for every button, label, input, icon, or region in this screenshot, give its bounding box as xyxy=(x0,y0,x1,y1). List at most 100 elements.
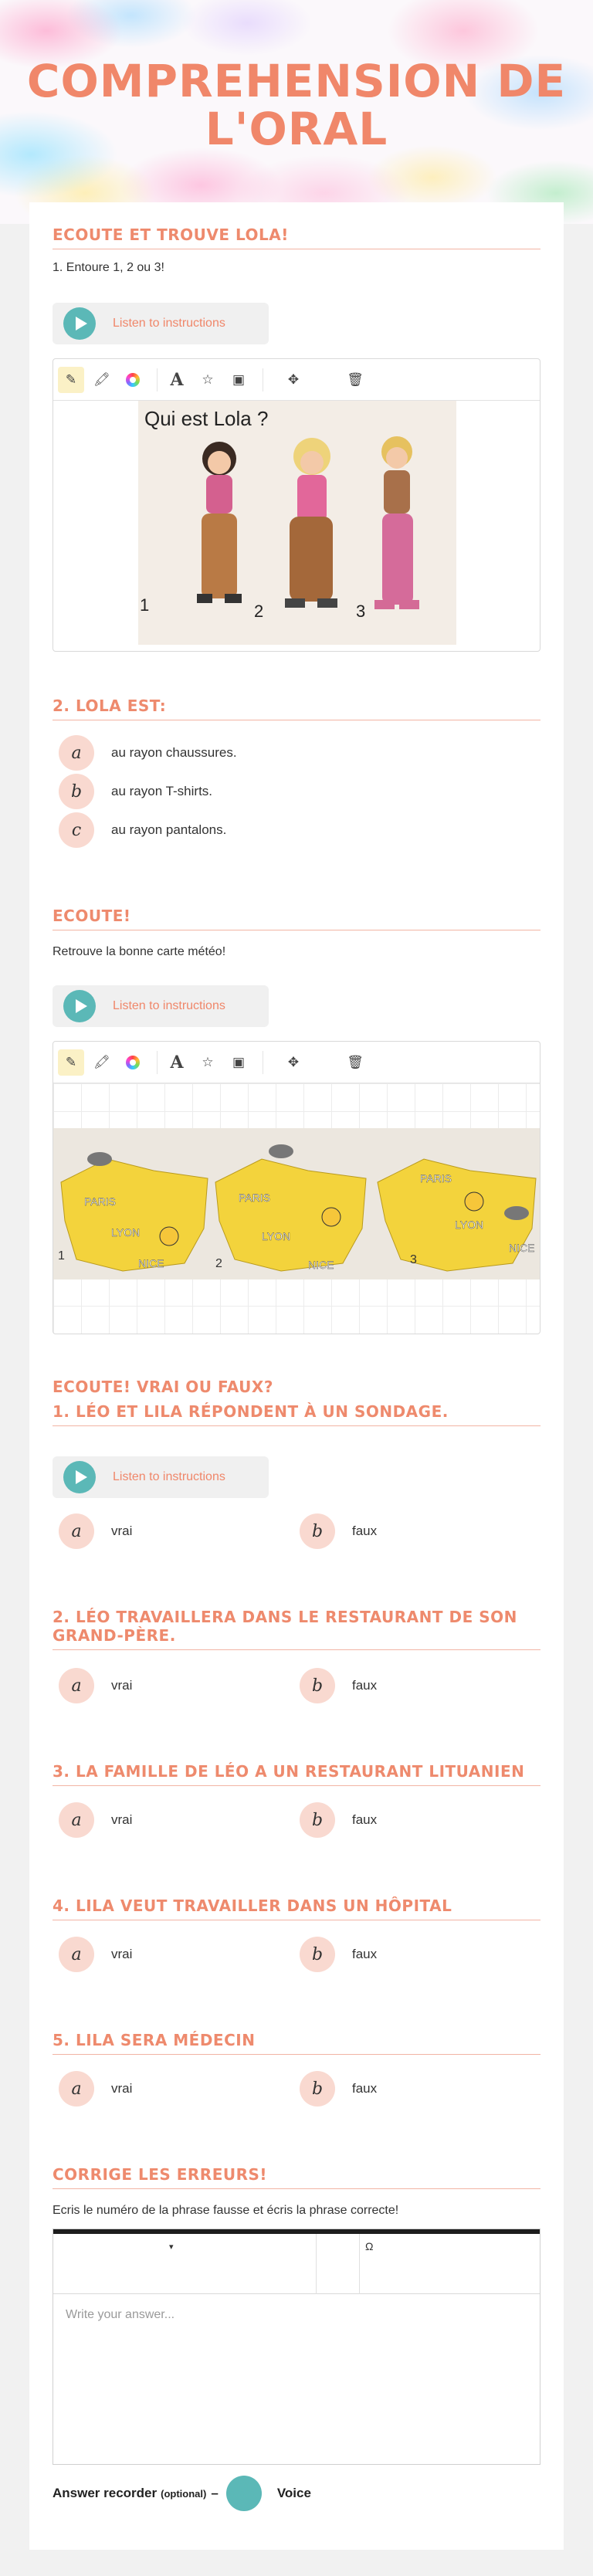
option-text: vrai xyxy=(111,2081,133,2096)
option-a[interactable]: a au rayon chaussures. xyxy=(59,735,237,771)
option-text: faux xyxy=(352,1678,378,1693)
listen-label: Listen to instructions xyxy=(113,317,225,330)
listen-label: Listen to instructions xyxy=(113,999,225,1012)
svg-text:2: 2 xyxy=(215,1257,222,1270)
option-text: vrai xyxy=(111,1812,133,1827)
text-icon[interactable]: A xyxy=(164,1049,190,1076)
pencil-icon[interactable]: ✎ xyxy=(58,366,84,393)
question-2-title: 2. Léo travaillera dans le restaurant de… xyxy=(53,1608,540,1650)
q2-option-vrai[interactable]: a vrai xyxy=(59,1668,132,1703)
pencil-icon[interactable]: ✎ xyxy=(58,1049,84,1076)
svg-text:PARIS: PARIS xyxy=(239,1191,270,1204)
move-icon[interactable]: ✥ xyxy=(280,1049,307,1076)
omega-icon[interactable]: Ω xyxy=(365,2240,373,2252)
highlighter-icon[interactable]: 🖍 xyxy=(89,1049,115,1076)
trash-icon[interactable]: 🗑 xyxy=(342,1049,368,1076)
q4-option-vrai[interactable]: a vrai xyxy=(59,1937,132,1972)
q1-option-faux[interactable]: b faux xyxy=(300,1513,377,1549)
option-letter-c[interactable]: c xyxy=(59,812,94,848)
question-4-title: 4. Lila veut travailler dans un hôpital xyxy=(53,1896,540,1920)
recorder-optional: (optional) xyxy=(161,2487,207,2500)
option-c[interactable]: c au rayon pantalons. xyxy=(59,812,226,848)
q5-option-vrai[interactable]: a vrai xyxy=(59,2071,132,2107)
instruction-entoure: 1. Entoure 1, 2 ou 3! xyxy=(53,261,164,274)
image-icon[interactable]: ▣ xyxy=(225,367,252,393)
worksheet-card: ECOUTE ET TROUVE LOLA! 1. Entoure 1, 2 o… xyxy=(29,202,564,2550)
option-text: au rayon chaussures. xyxy=(111,745,237,760)
record-button[interactable] xyxy=(225,2476,262,2511)
section-title-ecoute: ECOUTE! xyxy=(53,907,540,930)
play-icon xyxy=(63,307,96,340)
highlighter-icon[interactable]: 🖍 xyxy=(89,367,115,393)
listen-label: Listen to instructions xyxy=(113,1470,225,1483)
option-text: faux xyxy=(352,1524,378,1538)
instruction-corrige: Ecris le numéro de la phrase fausse et é… xyxy=(53,2204,399,2217)
option-letter-a[interactable]: a xyxy=(59,1802,94,1838)
option-letter-b[interactable]: b xyxy=(59,774,94,809)
play-icon xyxy=(63,990,96,1022)
svg-text:1: 1 xyxy=(58,1249,65,1263)
voice-label: Voice xyxy=(276,2486,311,2500)
star-icon[interactable]: ☆ xyxy=(195,1049,221,1076)
listen-button-3[interactable]: Listen to instructions xyxy=(53,1456,269,1498)
drawing-toolbar: ✎ 🖍 A ☆ ▣ ✥ 🗑 xyxy=(53,359,540,401)
option-letter-b[interactable]: b xyxy=(300,1668,335,1703)
play-icon xyxy=(63,1461,96,1493)
star-icon[interactable]: ☆ xyxy=(195,367,221,393)
option-letter-b[interactable]: b xyxy=(300,1937,335,1972)
girl-figure-1 xyxy=(197,442,242,603)
answer-editor: ▾ Ω Write your answer... xyxy=(53,2229,540,2465)
svg-text:LYON: LYON xyxy=(262,1230,290,1242)
option-letter-a[interactable]: a xyxy=(59,1937,94,1972)
option-text: faux xyxy=(352,1812,378,1827)
option-letter-a[interactable]: a xyxy=(59,1668,94,1703)
q4-option-faux[interactable]: b faux xyxy=(300,1937,377,1972)
drawing-canvas-1[interactable]: ✎ 🖍 A ☆ ▣ ✥ 🗑 Qui est Lola ? 1 2 3 xyxy=(53,358,540,652)
page-title: COMPREHENSION DE L'ORAL xyxy=(26,55,567,155)
svg-text:NICE: NICE xyxy=(138,1257,164,1269)
color-wheel-icon[interactable] xyxy=(120,367,146,393)
option-letter-a[interactable]: a xyxy=(59,1513,94,1549)
option-text: au rayon pantalons. xyxy=(111,822,227,837)
text-icon[interactable]: A xyxy=(164,367,190,393)
option-letter-b[interactable]: b xyxy=(300,1802,335,1838)
dropdown-icon[interactable]: ▾ xyxy=(169,2242,174,2252)
instruction-meteo: Retrouve la bonne carte météo! xyxy=(53,945,226,958)
q1-option-vrai[interactable]: a vrai xyxy=(59,1513,132,1549)
header-banner: COMPREHENSION DE L'ORAL xyxy=(0,0,593,224)
move-icon[interactable]: ✥ xyxy=(280,367,307,393)
section-title-vrai-faux: ECOUTE! VRAI OU FAUX? xyxy=(53,1378,273,1396)
lola-image: Qui est Lola ? 1 2 3 xyxy=(138,401,456,645)
q5-option-faux[interactable]: b faux xyxy=(300,2071,377,2107)
q3-option-faux[interactable]: b faux xyxy=(300,1802,377,1838)
color-wheel-icon[interactable] xyxy=(120,1049,146,1076)
figure-number-1: 1 xyxy=(140,595,149,615)
option-b[interactable]: b au rayon T-shirts. xyxy=(59,774,212,809)
figure-number-2: 2 xyxy=(254,602,263,621)
answer-input[interactable]: Write your answer... xyxy=(53,2294,540,2466)
svg-text:3: 3 xyxy=(410,1253,417,1266)
option-letter-b[interactable]: b xyxy=(300,1513,335,1549)
recorder-dash: – xyxy=(211,2486,219,2500)
option-text: vrai xyxy=(111,1524,133,1538)
question-1-title: 1. Léo et Lila répondent à un sondage. xyxy=(53,1402,540,1426)
weather-map-1: PARIS LYON NICE 1 xyxy=(58,1152,208,1272)
drawing-canvas-2[interactable]: ✎ 🖍 A ☆ ▣ ✥ 🗑 PARIS LYON NICE 1 PARIS LY… xyxy=(53,1041,540,1334)
girl-figure-2 xyxy=(285,438,337,608)
girl-figure-3 xyxy=(374,436,419,609)
q2-option-faux[interactable]: b faux xyxy=(300,1668,377,1703)
section-title-ecoute-lola: ECOUTE ET TROUVE LOLA! xyxy=(53,225,540,249)
listen-button-2[interactable]: Listen to instructions xyxy=(53,985,269,1027)
svg-text:NICE: NICE xyxy=(308,1259,334,1271)
weather-maps-image: PARIS LYON NICE 1 PARIS LYON NICE 2 PARI… xyxy=(53,1128,540,1280)
image-icon[interactable]: ▣ xyxy=(225,1049,252,1076)
question-3-title: 3. La famille de Léo a un restaurant lit… xyxy=(53,1762,540,1786)
option-letter-a[interactable]: a xyxy=(59,735,94,771)
option-letter-b[interactable]: b xyxy=(300,2071,335,2107)
option-letter-a[interactable]: a xyxy=(59,2071,94,2107)
q3-option-vrai[interactable]: a vrai xyxy=(59,1802,132,1838)
svg-text:NICE: NICE xyxy=(509,1242,534,1254)
listen-button-1[interactable]: Listen to instructions xyxy=(53,303,269,344)
weather-map-2: PARIS LYON NICE 2 xyxy=(215,1144,367,1272)
trash-icon[interactable]: 🗑 xyxy=(342,367,368,393)
